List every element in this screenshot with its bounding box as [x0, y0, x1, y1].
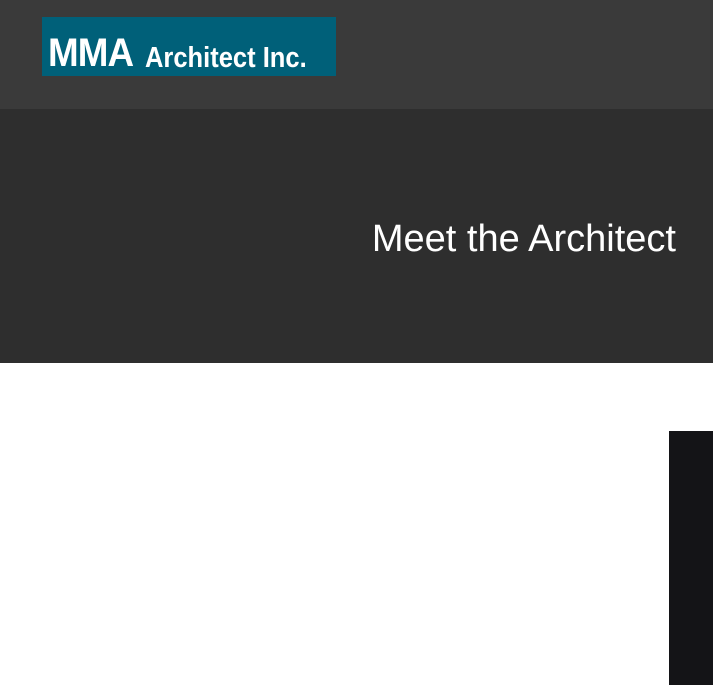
page-hero-banner: Meet the Architect: [0, 109, 713, 363]
logo-text: Architect Inc.: [145, 42, 307, 74]
dark-side-panel: [669, 431, 713, 685]
logo-mark: MMA: [48, 31, 134, 75]
main-content: [0, 363, 713, 685]
site-header: MMA Architect Inc.: [0, 0, 713, 109]
page-title: Meet the Architect: [371, 218, 676, 260]
company-logo[interactable]: MMA Architect Inc.: [42, 17, 336, 76]
